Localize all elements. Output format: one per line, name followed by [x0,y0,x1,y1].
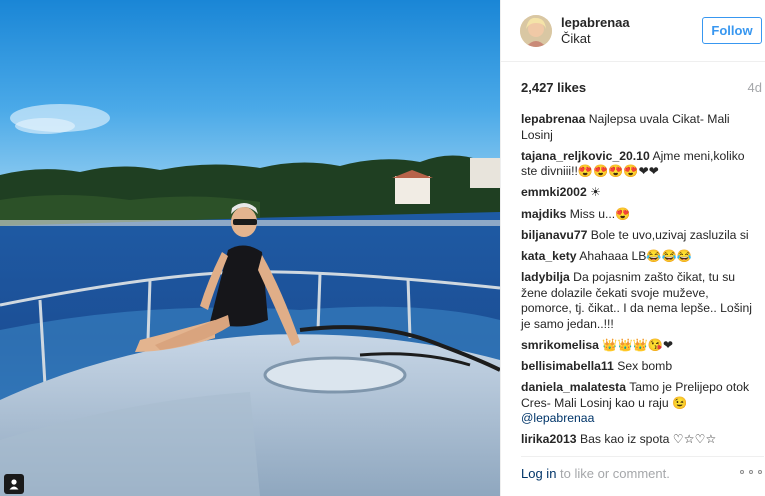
comment-text: ☀ [590,185,602,200]
post-info-panel: lepabrenaa Čikat Follow 2,427 likes 4d l… [500,0,765,496]
comment-list: lepabrenaa Najlepsa uvala Cikat- Mali Lo… [521,112,759,454]
photo-image [0,0,500,496]
more-options-icon[interactable] [740,469,762,475]
comment-username[interactable]: bellisimabella11 [521,359,614,373]
follow-button[interactable]: Follow [702,17,762,44]
post-photo[interactable] [0,0,500,496]
mention-link[interactable]: @lepabrenaa [521,411,594,425]
login-link[interactable]: Log in [521,466,556,481]
user-tag-icon[interactable] [4,474,24,494]
comment: ladybilja Da pojasnim zašto čikat, tu su… [521,270,759,332]
comment: bellisimabella11 Sex bomb [521,359,759,375]
comment: biljanavu77 Bole te uvo,uzivaj zasluzila… [521,228,759,244]
comment-username[interactable]: daniela_malatesta [521,380,626,394]
comment-username[interactable]: smrikomelisa [521,338,599,352]
comment-text: Bas kao iz spota ♡☆♡☆ [579,432,717,447]
post-footer: Log in to like or comment. [521,456,764,482]
comment-username[interactable]: emmki2002 [521,185,587,199]
comment-username[interactable]: lepabrenaa [521,112,585,126]
comment: emmki2002 ☀ [521,185,759,201]
comment-username[interactable]: majdiks [521,207,566,221]
likes-count[interactable]: 2,427 likes [521,80,586,95]
login-prompt-text: to like or comment. [556,466,670,481]
caption: lepabrenaa Najlepsa uvala Cikat- Mali Lo… [521,112,759,143]
comment: tajana_reljkovic_20.10 Ajme meni,koliko … [521,149,759,180]
comment: majdiks Miss u...😍 [521,207,759,223]
owner-username[interactable]: lepabrenaa [561,15,630,30]
comment-text: 👑👑👑😘❤ [602,337,674,352]
comment-text: Ahahaaa LB😂😂😂 [579,248,692,263]
comment: smrikomelisa 👑👑👑😘❤ [521,338,759,354]
post-timestamp[interactable]: 4d [748,80,762,95]
comment: kata_kety Ahahaaa LB😂😂😂 [521,249,759,265]
comment-text: Miss u...😍 [569,206,631,221]
comment-text: Bole te uvo,uzivaj zasluzila si [590,227,749,242]
comment-username[interactable]: biljanavu77 [521,228,587,242]
comment-username[interactable]: ladybilja [521,270,570,284]
comment-username[interactable]: lirika2013 [521,432,577,446]
comment-text: Sex bomb [617,359,673,373]
post-header: lepabrenaa Čikat Follow [501,0,765,62]
comment: daniela_malatesta Tamo je Prelijepo otok… [521,380,759,427]
comment: lirika2013 Bas kao iz spota ♡☆♡☆ [521,432,759,448]
comment-username[interactable]: kata_kety [521,249,577,263]
comment-username[interactable]: tajana_reljkovic_20.10 [521,149,650,163]
location-link[interactable]: Čikat [561,31,591,46]
avatar[interactable] [520,15,552,47]
likes-row: 2,427 likes 4d [521,80,762,98]
